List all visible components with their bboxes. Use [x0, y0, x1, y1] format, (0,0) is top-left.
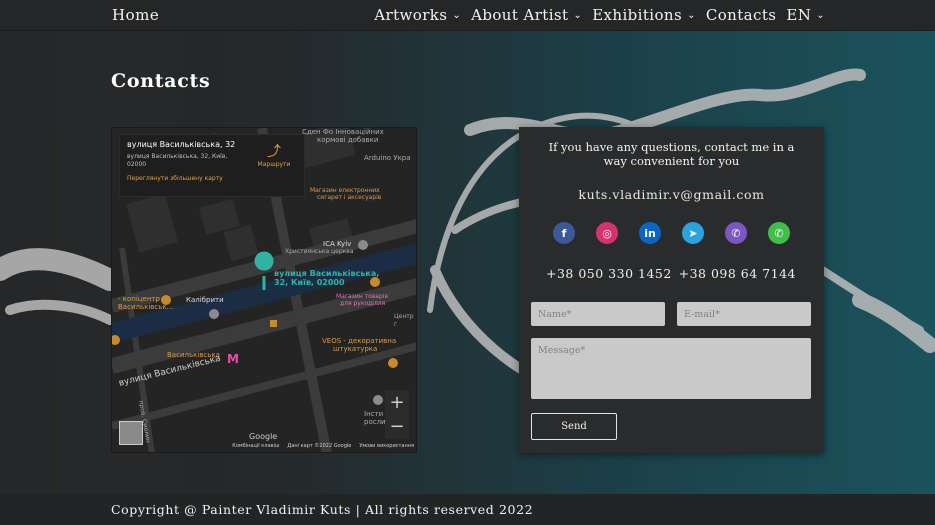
- language-selector[interactable]: EN ⌄: [786, 6, 825, 24]
- phone-numbers: +38 050 330 1452 +38 098 64 7144: [546, 266, 796, 281]
- zoom-in-button[interactable]: +: [389, 392, 404, 413]
- map-label: Васильківськ...: [118, 303, 174, 311]
- phone-link-1[interactable]: +38 050 330 1452: [546, 266, 672, 281]
- keyboard-shortcuts-link[interactable]: Комбінації клавіш: [232, 443, 279, 449]
- map-label: штукатурка: [333, 345, 378, 353]
- chevron-down-icon: ⌄: [816, 9, 825, 21]
- nav-home-link[interactable]: Home: [112, 6, 159, 24]
- chevron-down-icon: ⌄: [452, 9, 462, 21]
- copyright-text: Copyright @ Painter Vladimir Kuts | All …: [111, 502, 534, 517]
- map-label: Християнська церква: [285, 248, 354, 255]
- map-label: сигарет і аксесуарів: [317, 194, 382, 201]
- map-zoom-controls: + −: [385, 390, 409, 439]
- whatsapp-icon[interactable]: ✆: [768, 222, 790, 244]
- contact-intro-text: If you have any questions, contact me in…: [548, 140, 795, 168]
- zoom-out-button[interactable]: −: [389, 416, 404, 437]
- chevron-down-icon: ⌄: [573, 9, 583, 21]
- map-label: кормові добавки: [317, 136, 379, 144]
- map-label: Arduino Укра: [364, 154, 411, 162]
- map-data-text: Дані карт ©2022 Google: [287, 443, 352, 449]
- nav-item-label: Exhibitions: [592, 6, 683, 24]
- map-label: ICA Kyiv: [323, 240, 352, 248]
- nav-menu: Artworks ⌄ About Artist ⌄ Exhibitions ⌄ …: [374, 6, 825, 24]
- linkedin-icon[interactable]: in: [639, 222, 661, 244]
- map-label: VEOS - декоративна: [322, 337, 397, 345]
- map-label: Центр г: [394, 313, 414, 328]
- instagram-icon[interactable]: ◎: [596, 222, 618, 244]
- map-label: росли: [364, 418, 386, 426]
- facebook-icon[interactable]: f: [553, 222, 575, 244]
- map-pin-label: 32, Київ, 02000: [274, 278, 345, 287]
- terms-link[interactable]: Умови використання: [359, 443, 414, 449]
- directions-label: Маршрути: [257, 161, 291, 168]
- map-pin-label: вулиця Васильківська,: [274, 269, 380, 278]
- language-label: EN: [786, 6, 812, 24]
- directions-button[interactable]: ⤴ Маршрути: [254, 141, 294, 168]
- metro-icon: M: [227, 352, 239, 366]
- google-map[interactable]: M вулиця Васильківська, 32 вулиця Василь…: [111, 127, 417, 453]
- page-title: Contacts: [111, 70, 211, 92]
- nav-item-artworks[interactable]: Artworks ⌄: [374, 6, 461, 24]
- viber-icon[interactable]: ✆: [725, 222, 747, 244]
- nav-item-exhibitions[interactable]: Exhibitions ⌄: [592, 6, 696, 24]
- map-label: для рукоділля: [340, 300, 386, 307]
- message-textarea[interactable]: [531, 338, 811, 399]
- social-links: f ◎ in ➤ ✆ ✆: [553, 222, 790, 244]
- directions-icon: ⤴: [267, 144, 281, 160]
- nav-item-contacts[interactable]: Contacts: [706, 6, 776, 24]
- nav-item-label: Artworks: [374, 6, 448, 24]
- phone-link-2[interactable]: +38 098 64 7144: [679, 266, 796, 281]
- name-input[interactable]: [531, 302, 665, 326]
- map-label: - копіцентр: [118, 295, 160, 303]
- larger-map-link[interactable]: Переглянути збільшену карту: [127, 175, 297, 182]
- nav-item-label: Contacts: [705, 6, 777, 24]
- email-input[interactable]: [677, 302, 811, 326]
- map-label: Інсти: [364, 410, 384, 418]
- map-attribution: Комбінації клавіш Дані карт ©2022 Google…: [112, 440, 416, 452]
- telegram-icon[interactable]: ➤: [682, 222, 704, 244]
- page-footer: Copyright @ Painter Vladimir Kuts | All …: [0, 494, 935, 525]
- send-button[interactable]: Send: [531, 413, 617, 440]
- chevron-down-icon: ⌄: [687, 9, 696, 21]
- map-label: Сден Фо Інноваційних: [302, 128, 384, 136]
- email-link[interactable]: kuts.vladimir.v@gmail.com: [519, 187, 824, 202]
- map-label: Калібрити: [186, 296, 224, 304]
- map-place-card: вулиця Васильківська, 32 вулиця Василькі…: [119, 134, 305, 197]
- place-address: вулиця Васильківська, 32, Київ, 02000: [127, 153, 228, 168]
- top-navigation-bar: Home Artworks ⌄ About Artist ⌄ Exhibitio…: [0, 0, 935, 31]
- nav-item-about-artist[interactable]: About Artist ⌄: [471, 6, 582, 24]
- nav-item-label: About Artist: [471, 6, 569, 24]
- contact-panel: If you have any questions, contact me in…: [519, 127, 824, 453]
